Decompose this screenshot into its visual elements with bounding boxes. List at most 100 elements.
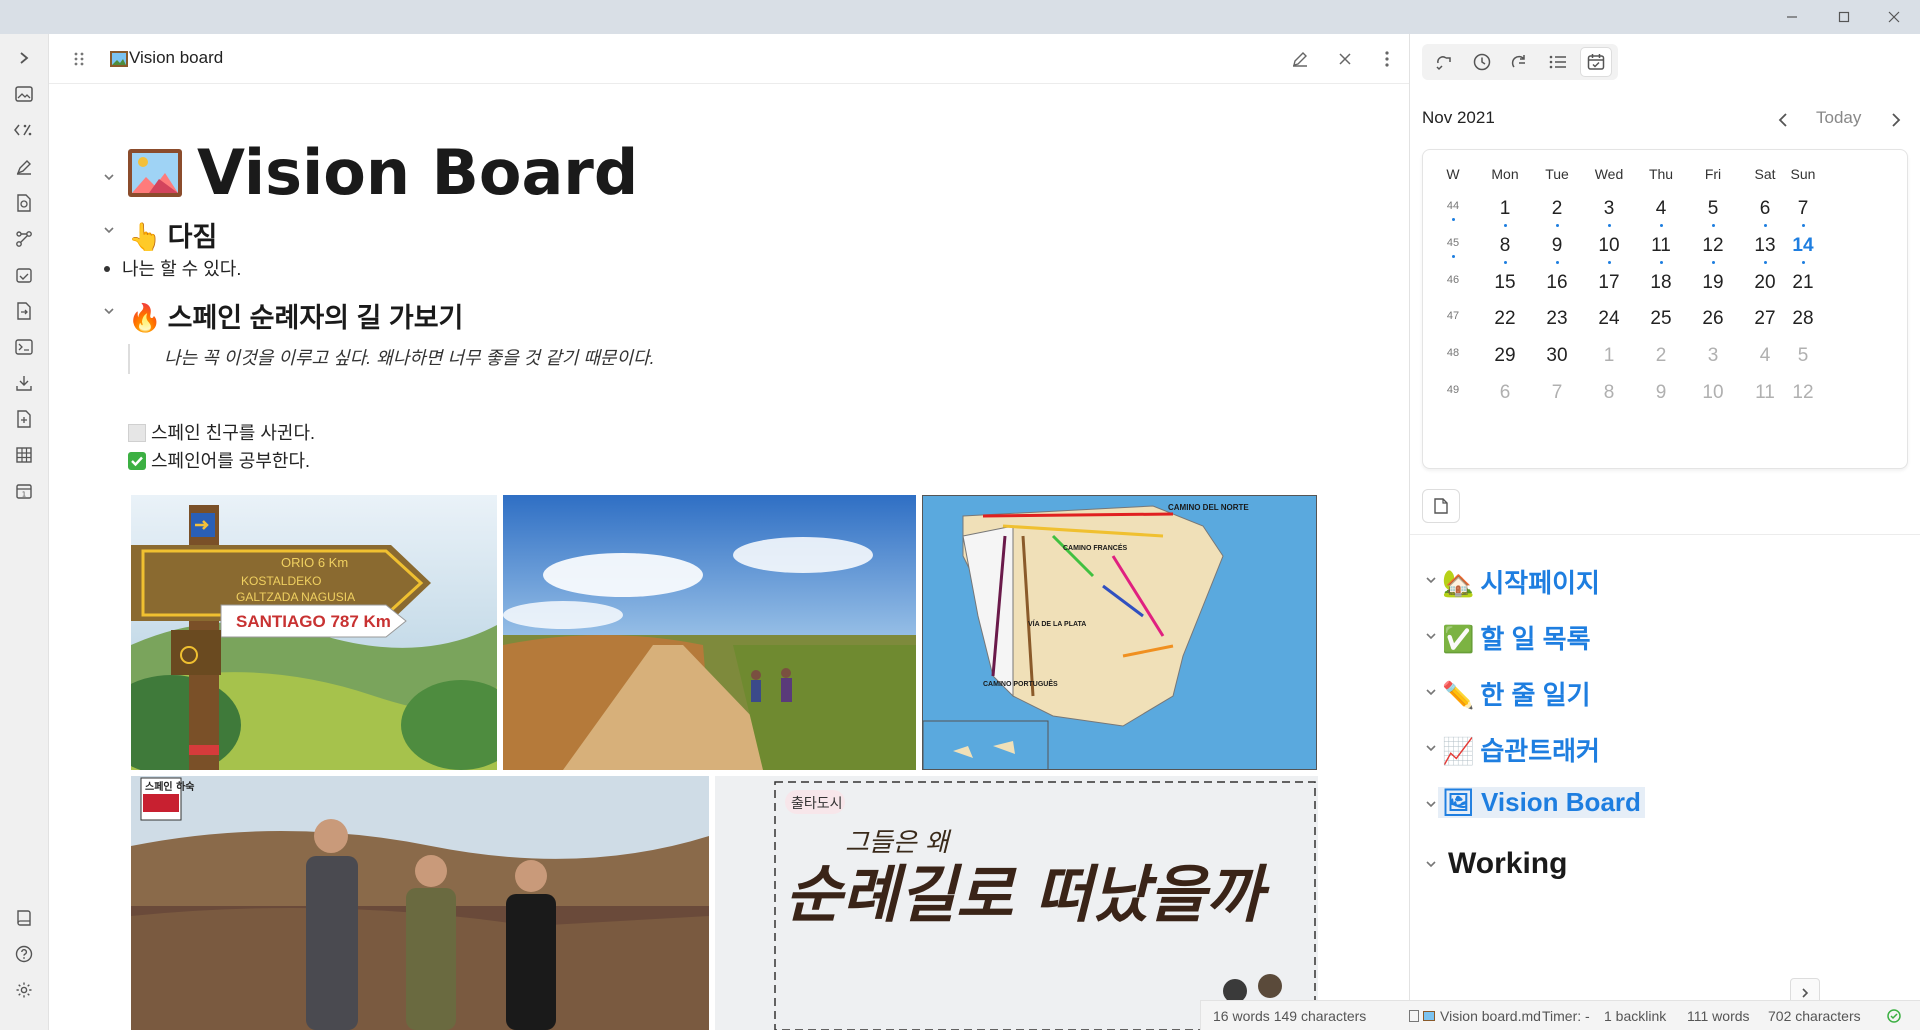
calendar-view-icon[interactable] [1580, 47, 1612, 77]
outline-item[interactable]: 📈 습관트래커 [1442, 731, 1600, 768]
timer-status[interactable]: Timer: - [1542, 1008, 1590, 1024]
fold-chevron-icon[interactable] [102, 223, 116, 237]
search-file-icon[interactable] [12, 191, 36, 215]
recent-clock-icon[interactable] [1466, 47, 1498, 77]
outline-item[interactable]: 🖼 Vision Board [1438, 787, 1645, 818]
expand-sidebar-chevron-icon[interactable] [12, 46, 36, 70]
calendar-day[interactable]: 23 [1537, 308, 1577, 330]
calendar-day[interactable]: 6 [1745, 198, 1785, 220]
outline-fold-chevron-icon[interactable] [1424, 741, 1438, 755]
unchecked-checkbox[interactable] [128, 424, 146, 442]
calendar-day[interactable]: 8 [1589, 382, 1629, 404]
calendar-day[interactable]: 16 [1537, 272, 1577, 294]
close-window-button[interactable] [1874, 4, 1914, 30]
today-button[interactable]: Today [1816, 108, 1861, 128]
outline-fold-chevron-icon[interactable] [1424, 573, 1438, 587]
outline-item[interactable]: Working [1442, 847, 1567, 881]
outline-item[interactable]: ✏️ 한 줄 일기 [1442, 675, 1591, 712]
calendar-day[interactable]: 10 [1589, 235, 1629, 257]
download-icon[interactable] [12, 371, 36, 395]
calendar-day[interactable]: 4 [1745, 345, 1785, 367]
calendar-check-icon[interactable] [12, 263, 36, 287]
vault-book-icon[interactable] [12, 906, 36, 930]
calendar-day[interactable]: 26 [1693, 308, 1733, 330]
calendar-day[interactable]: 7 [1783, 198, 1823, 220]
calendar-day[interactable]: 17 [1589, 272, 1629, 294]
outgoing-links-icon[interactable] [1504, 47, 1536, 77]
calendar-day[interactable]: 2 [1641, 345, 1681, 367]
outline-fold-chevron-icon[interactable] [1424, 797, 1438, 811]
calendar-day[interactable]: 5 [1693, 198, 1733, 220]
table-icon[interactable] [12, 443, 36, 467]
calendar-day[interactable]: 10 [1693, 382, 1733, 404]
more-options-icon[interactable] [1375, 47, 1399, 71]
week-number[interactable]: 44 [1441, 200, 1465, 212]
calendar-day[interactable]: 8 [1485, 235, 1525, 257]
calendar-day[interactable]: 12 [1693, 235, 1733, 257]
week-number[interactable]: 48 [1441, 347, 1465, 359]
fold-chevron-icon[interactable] [102, 170, 116, 184]
calendar-day[interactable]: 27 [1745, 308, 1785, 330]
week-number[interactable]: 49 [1441, 384, 1465, 396]
calendar-day[interactable]: 30 [1537, 345, 1577, 367]
calendar-day[interactable]: 25 [1641, 308, 1681, 330]
calendar-day[interactable]: 1 [1485, 198, 1525, 220]
calendar-day[interactable]: 3 [1693, 345, 1733, 367]
file-name-status[interactable]: Vision board.md [1409, 1008, 1541, 1024]
image-icon[interactable] [12, 82, 36, 106]
calendar-day[interactable]: 22 [1485, 308, 1525, 330]
week-number[interactable]: 46 [1441, 274, 1465, 286]
calendar-day[interactable]: 21 [1783, 272, 1823, 294]
calendar-day[interactable]: 20 [1745, 272, 1785, 294]
calendar-day[interactable]: 2 [1537, 198, 1577, 220]
outline-item[interactable]: 🏡 시작페이지 [1442, 563, 1600, 600]
terminal-icon[interactable] [12, 335, 36, 359]
calendar-day[interactable]: 7 [1537, 382, 1577, 404]
calendar-day[interactable]: 12 [1783, 382, 1823, 404]
calendar-day[interactable]: 11 [1641, 235, 1681, 257]
calendar-day[interactable]: 19 [1693, 272, 1733, 294]
calendar-day[interactable]: 9 [1641, 382, 1681, 404]
week-number[interactable]: 45 [1441, 237, 1465, 249]
calendar-day[interactable]: 13 [1745, 235, 1785, 257]
close-tab-icon[interactable] [1333, 47, 1357, 71]
outline-item[interactable]: ✅ 할 일 목록 [1442, 619, 1591, 656]
calendar-day[interactable]: 15 [1485, 272, 1525, 294]
code-percent-icon[interactable] [12, 118, 36, 142]
pencil-icon[interactable] [12, 155, 36, 179]
calendar-day[interactable]: 11 [1745, 382, 1785, 404]
edit-pencil-icon[interactable] [1288, 47, 1312, 71]
daily-note-calendar-icon[interactable]: 1 [12, 479, 36, 503]
outline-list-icon[interactable] [1542, 47, 1574, 77]
calendar-day[interactable]: 3 [1589, 198, 1629, 220]
fold-chevron-icon[interactable] [102, 304, 116, 318]
next-month-chevron-icon[interactable] [1888, 112, 1904, 128]
calendar-day[interactable]: 9 [1537, 235, 1577, 257]
file-view-button[interactable] [1422, 489, 1460, 523]
backlinks-icon[interactable] [1428, 47, 1460, 77]
calendar-day[interactable]: 28 [1783, 308, 1823, 330]
settings-gear-icon[interactable] [12, 978, 36, 1002]
maximize-button[interactable] [1824, 4, 1864, 30]
outline-fold-chevron-icon[interactable] [1424, 685, 1438, 699]
help-icon[interactable] [12, 942, 36, 966]
backlink-count[interactable]: 1 backlink [1604, 1008, 1666, 1024]
calendar-day[interactable]: 24 [1589, 308, 1629, 330]
minimize-button[interactable] [1772, 4, 1812, 30]
new-file-icon[interactable] [12, 407, 36, 431]
calendar-day[interactable]: 4 [1641, 198, 1681, 220]
week-number[interactable]: 47 [1441, 310, 1465, 322]
calendar-day[interactable]: 6 [1485, 382, 1525, 404]
calendar-day[interactable]: 1 [1589, 345, 1629, 367]
outline-fold-chevron-icon[interactable] [1424, 857, 1438, 871]
checked-checkbox-icon[interactable] [128, 452, 146, 470]
prev-month-chevron-icon[interactable] [1776, 112, 1792, 128]
calendar-day[interactable]: 29 [1485, 345, 1525, 367]
graph-icon[interactable] [12, 227, 36, 251]
file-export-icon[interactable] [12, 299, 36, 323]
drag-handle-icon[interactable] [67, 47, 91, 71]
calendar-day[interactable]: 14 [1783, 235, 1823, 257]
outline-fold-chevron-icon[interactable] [1424, 629, 1438, 643]
calendar-day[interactable]: 18 [1641, 272, 1681, 294]
sync-check-icon[interactable] [1887, 1009, 1901, 1026]
